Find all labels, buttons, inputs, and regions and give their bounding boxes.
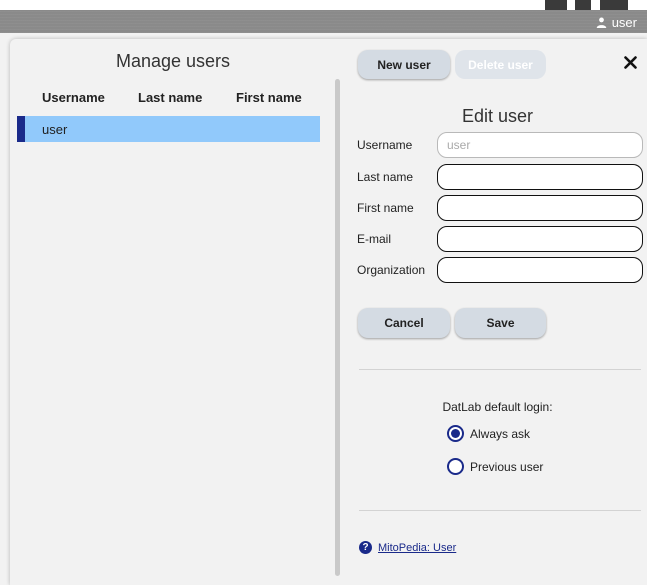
first-name-field[interactable] [437,195,643,221]
logo-fragment [575,0,591,10]
row-username: user [42,121,68,137]
mitopedia-user-link[interactable]: MitoPedia: User [378,542,456,554]
selection-marker [17,116,25,142]
organization-label: Organization [357,263,426,277]
email-label: E-mail [357,232,392,246]
organization-field[interactable] [437,257,643,283]
delete-user-button[interactable]: Delete user [455,50,546,79]
top-bar: user [0,0,647,33]
radio-always-ask[interactable]: Always ask [447,425,530,442]
manage-users-dialog: Manage users Username Last name First na… [10,39,647,585]
first-name-label: First name [357,201,414,215]
section-divider [359,369,641,370]
edit-user-title: Edit user [461,106,534,126]
current-user-label: user [611,14,637,30]
radio-circle [447,458,464,475]
logo-fragment [545,0,567,10]
radio-label-previous-user: Previous user [470,459,544,474]
radio-previous-user[interactable]: Previous user [447,458,543,475]
edit-user-panel: New user Delete user Edit user Username … [348,39,647,585]
table-row[interactable]: user [17,116,320,142]
last-name-field[interactable] [437,164,643,190]
username-label: Username [357,138,413,152]
users-panel-title: Manage users [115,51,231,71]
user-icon [596,17,606,28]
column-header-first-name[interactable]: First name [236,90,302,105]
default-login-title: DatLab default login: [442,400,553,414]
email-field[interactable] [437,226,643,252]
radio-label-always-ask: Always ask [470,426,531,441]
new-user-button[interactable]: New user [358,50,450,79]
panel-scrollbar[interactable] [335,79,340,576]
column-header-username[interactable]: Username [42,90,105,105]
column-header-last-name[interactable]: Last name [138,90,202,105]
save-button[interactable]: Save [455,308,546,338]
current-user-chip[interactable]: user [596,14,637,30]
section-divider [359,510,641,511]
cancel-button[interactable]: Cancel [358,308,450,338]
help-link-row: ? MitoPedia: User [359,541,456,554]
last-name-label: Last name [357,170,414,184]
users-list-panel: Manage users Username Last name First na… [10,39,336,585]
radio-circle-selected [447,425,464,442]
close-icon[interactable] [624,56,637,69]
username-field[interactable] [437,132,643,158]
logo-fragment [600,0,628,10]
help-icon: ? [359,541,372,554]
